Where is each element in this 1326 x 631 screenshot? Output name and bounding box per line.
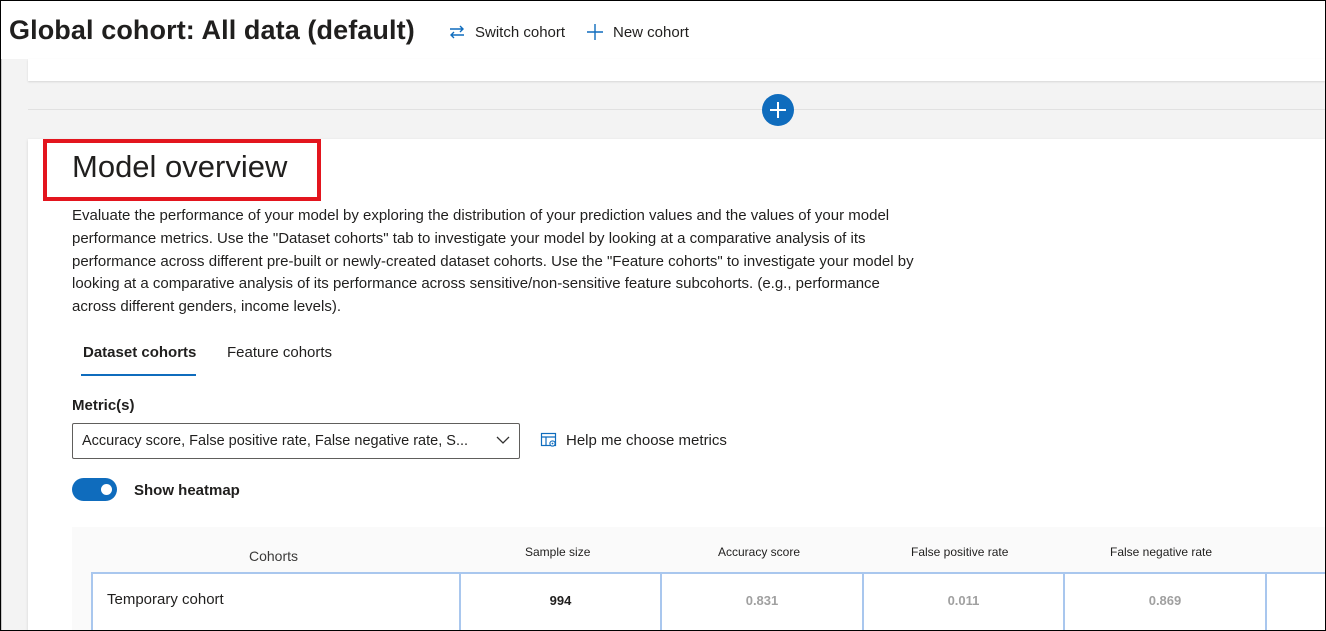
table-cell-cohort: Temporary cohort [93, 574, 461, 630]
switch-cohort-button[interactable]: Switch cohort [447, 21, 565, 43]
help-choose-metrics-label: Help me choose metrics [566, 431, 727, 449]
section-divider [28, 109, 1325, 110]
cohort-header: Global cohort: All data (default) Switch… [1, 1, 1325, 59]
false-positive-rate-value: 0.011 [947, 593, 980, 608]
model-overview-description: Evaluate the performance of your model b… [72, 207, 914, 316]
table-cell-false-positive-rate: 0.011 [864, 574, 1065, 630]
chevron-down-icon [496, 436, 510, 444]
tab-dataset-cohorts[interactable]: Dataset cohorts [83, 344, 196, 361]
column-header-false-positive-rate: False positive rate [911, 545, 1009, 559]
show-heatmap-label: Show heatmap [134, 482, 240, 499]
cohort-name: Temporary cohort [107, 591, 224, 608]
metrics-table: Cohorts Sample size Accuracy score False… [72, 527, 1325, 630]
previous-section-card [28, 59, 1325, 81]
toggle-knob [101, 484, 112, 495]
column-header-false-negative-rate: False negative rate [1110, 545, 1213, 559]
column-header-sample-size: Sample size [525, 545, 591, 559]
column-header-accuracy-score: Accuracy score [718, 545, 801, 559]
app-window: Global cohort: All data (default) Switch… [0, 0, 1326, 631]
selected-tab-indicator [81, 374, 196, 376]
metrics-dropdown-value: Accuracy score, False positive rate, Fal… [82, 433, 469, 449]
tab-feature-cohorts[interactable]: Feature cohorts [227, 344, 332, 361]
table-cell-sample-size: 994 [461, 574, 662, 630]
dashboard-workspace: Model overview Evaluate the performance … [1, 59, 1325, 630]
table-cell-accuracy: 0.831 [662, 574, 864, 630]
model-overview-card: Model overview Evaluate the performance … [28, 139, 1325, 630]
table-cell-false-negative-rate: 0.869 [1065, 574, 1267, 630]
model-overview-title: Model overview [72, 149, 288, 184]
table-row[interactable]: Temporary cohort 994 0.831 0.011 0.869 [91, 572, 1325, 630]
table-settings-icon [540, 432, 557, 447]
new-cohort-button[interactable]: New cohort [585, 21, 689, 43]
add-section-button[interactable] [762, 94, 794, 126]
sample-size-value: 994 [549, 593, 572, 608]
global-cohort-title: Global cohort: All data (default) [9, 15, 415, 45]
plus-icon [587, 24, 603, 40]
new-cohort-label: New cohort [613, 23, 689, 41]
accuracy-value: 0.831 [745, 593, 779, 608]
column-header-cohorts: Cohorts [249, 548, 299, 564]
workspace-edge [1, 59, 2, 630]
metrics-dropdown[interactable]: Accuracy score, False positive rate, Fal… [72, 423, 520, 459]
help-choose-metrics-button[interactable]: Help me choose metrics [540, 431, 727, 449]
show-heatmap-toggle[interactable] [72, 478, 117, 501]
switch-arrows-icon [450, 25, 464, 39]
false-negative-rate-value: 0.869 [1148, 593, 1182, 608]
metrics-label: Metric(s) [72, 397, 135, 414]
switch-cohort-label: Switch cohort [475, 23, 566, 41]
